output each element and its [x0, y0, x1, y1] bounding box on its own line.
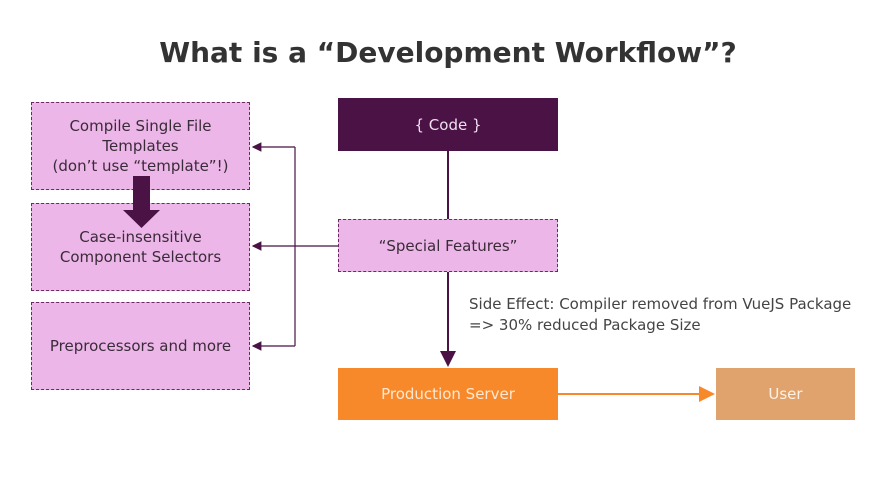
connector-lines	[123, 142, 715, 402]
big-down-arrow-icon	[123, 176, 160, 228]
